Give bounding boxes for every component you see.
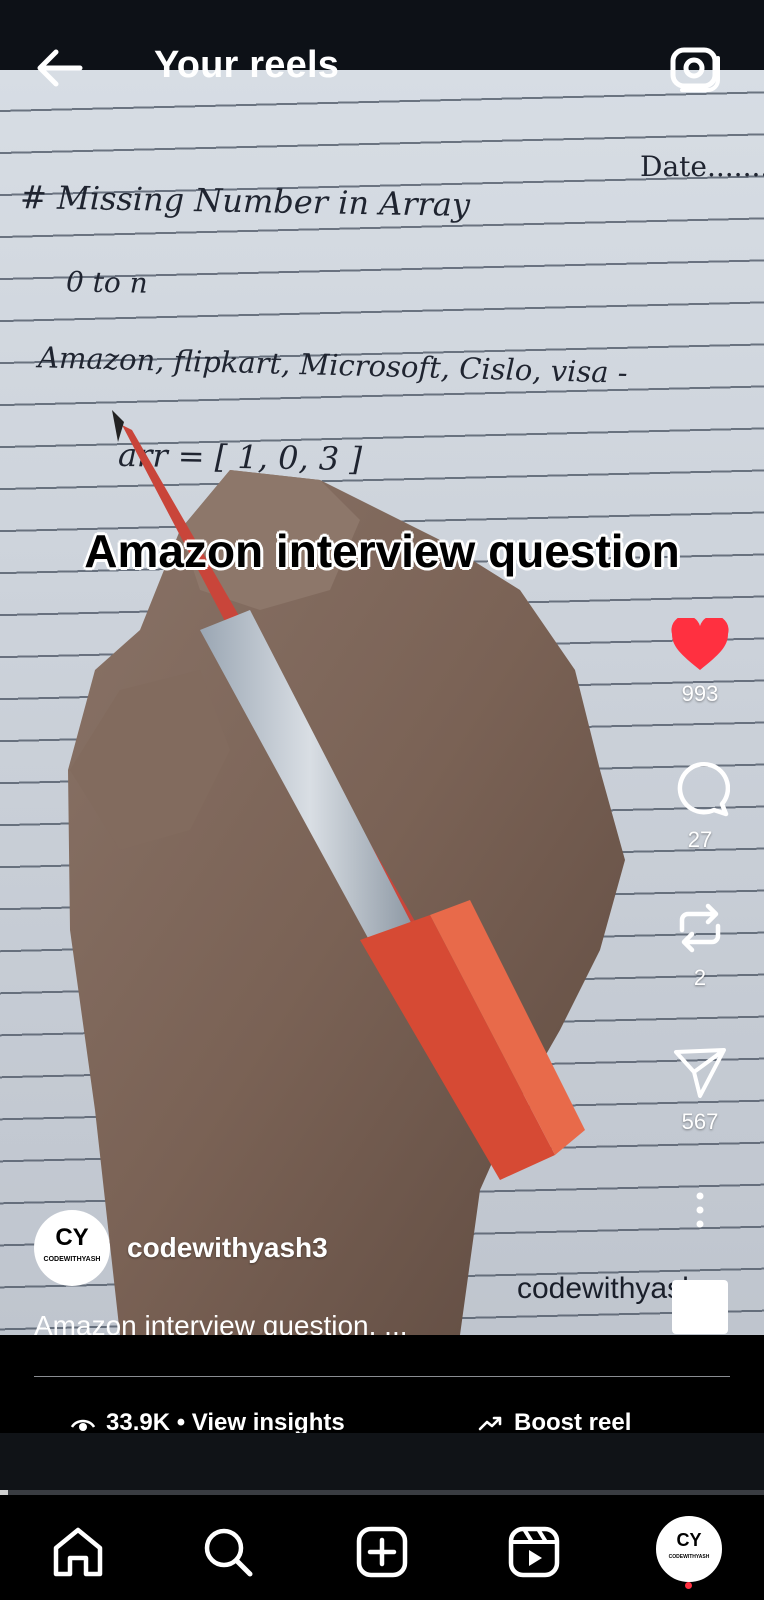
home-icon bbox=[53, 1527, 103, 1577]
avatar-logo: CY bbox=[55, 1224, 89, 1251]
more-vertical-icon bbox=[696, 1192, 704, 1228]
nav-avatar-brand: CODEWITHYASH bbox=[668, 1554, 710, 1560]
nav-home[interactable] bbox=[50, 1524, 106, 1580]
spacer-strip bbox=[0, 1433, 764, 1491]
creator-username[interactable]: codewithyash3 bbox=[127, 1232, 328, 1264]
page-title: Your reels bbox=[154, 44, 340, 86]
repost-icon bbox=[679, 903, 721, 953]
plus-square-icon bbox=[356, 1526, 408, 1578]
reels-icon bbox=[508, 1526, 560, 1578]
eye-icon bbox=[70, 1419, 96, 1431]
creator-avatar[interactable]: CY CODEWITHYASH bbox=[34, 1210, 110, 1286]
nav-avatar-logo: CY bbox=[676, 1530, 702, 1550]
profile-notification-dot bbox=[685, 1582, 692, 1589]
reel-video[interactable]: Date........ # Missing Number in Array 0… bbox=[0, 70, 764, 1335]
send-icon bbox=[674, 1048, 726, 1098]
repost-count: 2 bbox=[693, 965, 707, 990]
nav-reels[interactable] bbox=[506, 1524, 562, 1580]
comment-button[interactable]: 27 bbox=[660, 758, 740, 853]
repost-button[interactable]: 2 bbox=[660, 900, 740, 991]
share-button[interactable]: 567 bbox=[660, 1044, 740, 1135]
hand-with-pen bbox=[68, 410, 625, 1335]
trending-up-icon bbox=[478, 1416, 502, 1431]
reel-overlay-text: Amazon interview question bbox=[84, 525, 680, 577]
like-button[interactable]: 993 bbox=[660, 615, 740, 707]
avatar-brand: CODEWITHYASH bbox=[43, 1256, 101, 1263]
like-count: 993 bbox=[681, 681, 719, 706]
nav-search[interactable] bbox=[200, 1524, 256, 1580]
heart-icon bbox=[671, 615, 729, 670]
arrow-left-icon bbox=[37, 49, 83, 87]
nav-profile[interactable]: CY CODEWITHYASH bbox=[656, 1516, 722, 1582]
comment-icon bbox=[677, 762, 731, 817]
nav-create[interactable] bbox=[354, 1524, 410, 1580]
comment-count: 27 bbox=[687, 827, 713, 852]
search-icon bbox=[204, 1528, 253, 1577]
camera-button[interactable] bbox=[668, 40, 724, 96]
watermark-logo bbox=[672, 1280, 728, 1334]
camera-icon bbox=[670, 47, 720, 92]
share-count: 567 bbox=[681, 1109, 719, 1134]
divider bbox=[34, 1376, 730, 1377]
top-bar bbox=[0, 0, 764, 70]
back-button[interactable] bbox=[30, 40, 90, 90]
reel-viewer-screen: Date........ # Missing Number in Array 0… bbox=[0, 0, 764, 1600]
more-options-button[interactable] bbox=[660, 1192, 740, 1233]
